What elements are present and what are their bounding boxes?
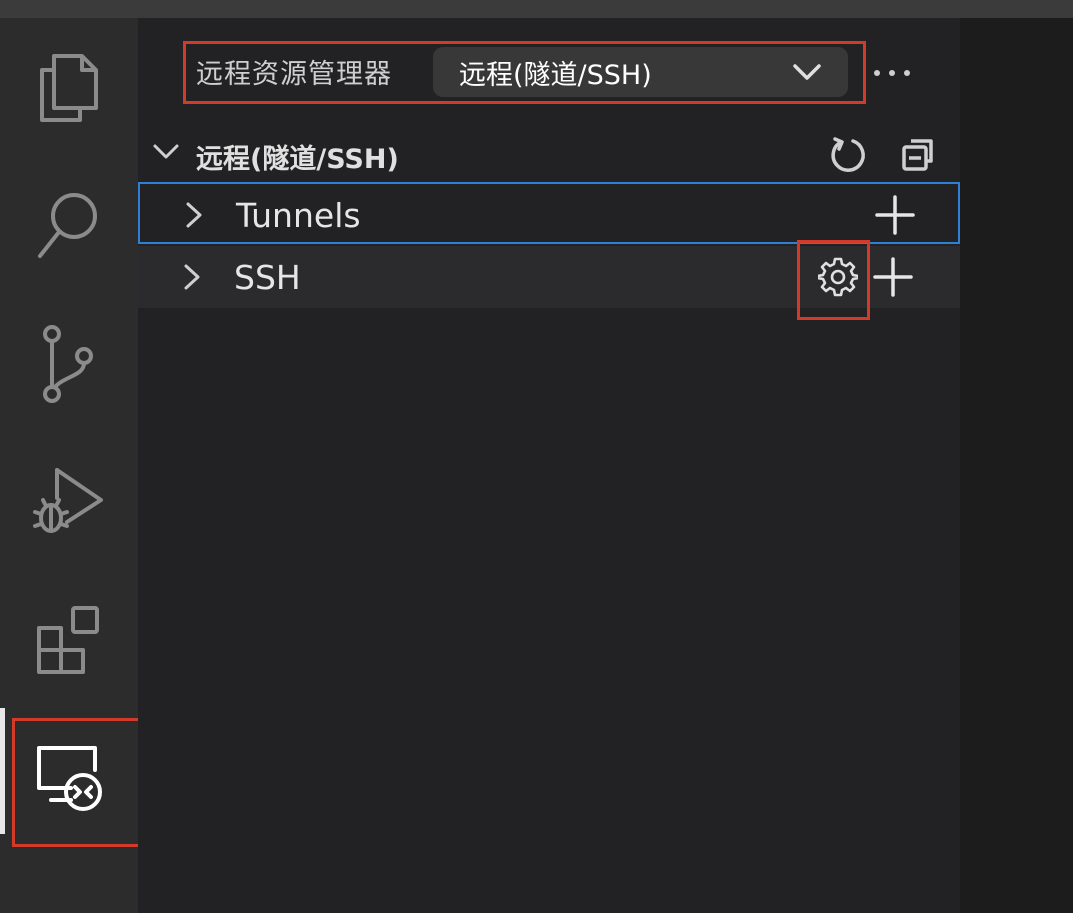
- add-icon: [873, 257, 913, 297]
- debug-icon: [33, 468, 103, 533]
- chevron-right-icon: [184, 264, 200, 290]
- activity-bar: [0, 18, 138, 913]
- add-ssh-host-button[interactable]: [871, 255, 915, 299]
- view-selector-label: 远程(隧道/SSH): [459, 59, 652, 91]
- tree-item-label: SSH: [234, 258, 301, 297]
- tree-item-ssh[interactable]: SSH: [138, 246, 960, 308]
- chevron-down-icon: [153, 144, 179, 159]
- section-header-remote[interactable]: 远程(隧道/SSH): [138, 128, 960, 178]
- source-control-icon: [43, 325, 93, 403]
- view-title: 远程资源管理器: [196, 59, 392, 90]
- add-tunnel-button[interactable]: [873, 193, 917, 237]
- sidebar: 远程资源管理器 远程(隧道/SSH) 远程(隧道/SSH) Tunnels SS…: [138, 18, 960, 913]
- configure-ssh-button[interactable]: [816, 255, 860, 299]
- chevron-down-icon: [793, 64, 821, 80]
- activity-explorer[interactable]: [0, 28, 138, 148]
- ellipsis-icon: [874, 70, 910, 76]
- editor-area: [960, 18, 1073, 913]
- view-selector-dropdown[interactable]: 远程(隧道/SSH): [433, 47, 848, 97]
- add-icon: [875, 195, 915, 235]
- activity-extensions[interactable]: [0, 580, 138, 700]
- refresh-button[interactable]: [828, 134, 868, 174]
- remote-explorer-icon: [37, 746, 102, 811]
- section-title: 远程(隧道/SSH): [196, 144, 399, 175]
- activity-run-and-debug[interactable]: [0, 442, 138, 562]
- extensions-icon: [37, 606, 99, 674]
- activity-remote-explorer[interactable]: [0, 718, 138, 838]
- more-actions-button[interactable]: [872, 58, 912, 88]
- tree-item-tunnels[interactable]: Tunnels: [138, 182, 960, 244]
- activity-source-control[interactable]: [0, 304, 138, 424]
- refresh-icon: [831, 137, 865, 172]
- tree-item-label: Tunnels: [236, 196, 361, 235]
- search-icon: [38, 193, 97, 258]
- gear-icon: [818, 257, 858, 297]
- files-icon: [40, 54, 98, 122]
- title-bar: [0, 0, 1073, 18]
- collapse-all-button[interactable]: [898, 134, 938, 174]
- chevron-right-icon: [186, 202, 202, 228]
- collapse-all-icon: [902, 139, 933, 171]
- activity-search[interactable]: [0, 166, 138, 286]
- view-header: 远程资源管理器 远程(隧道/SSH): [138, 18, 960, 122]
